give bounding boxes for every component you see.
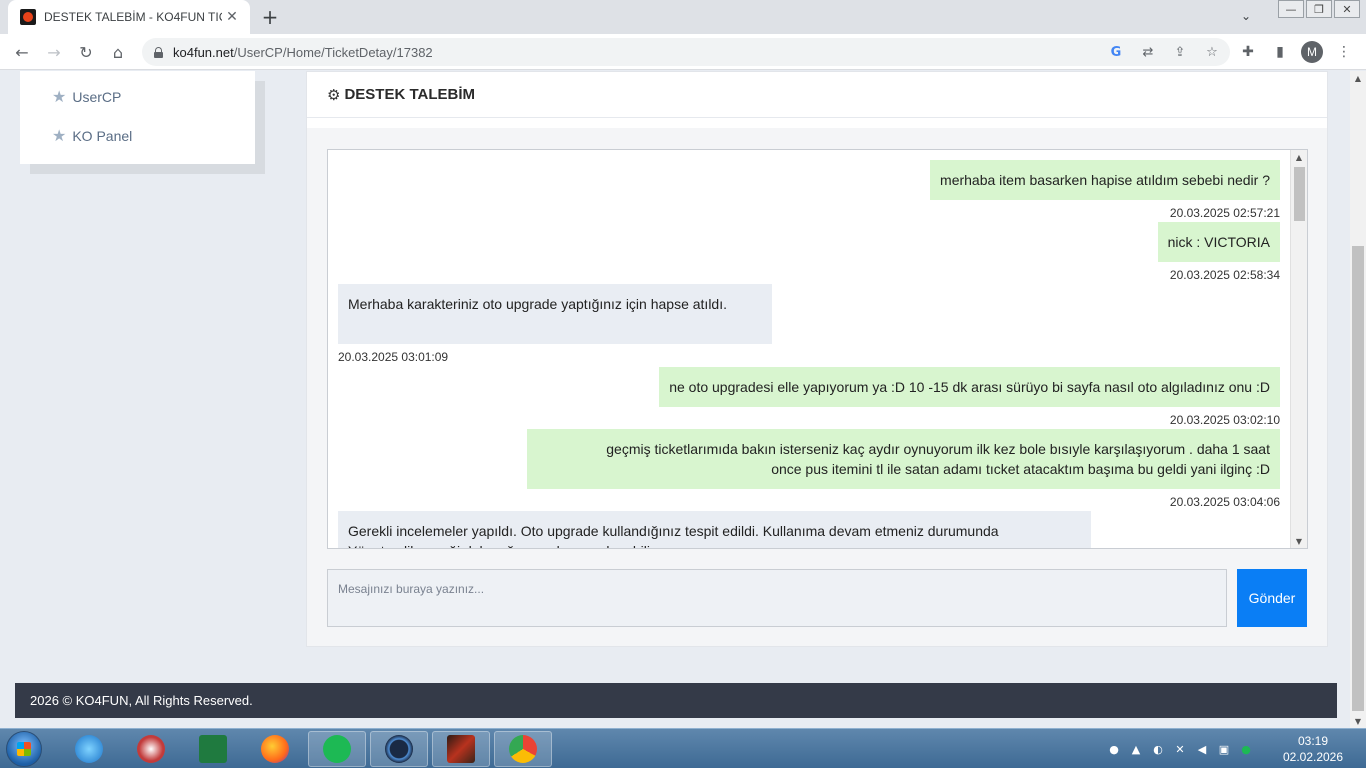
admin-message: Merhaba karakteriniz oto upgrade yaptığı… (338, 284, 772, 344)
star-icon: ★ (52, 128, 67, 145)
page-viewport: ★ UserCP ★ KO Panel ⚙ DESTEK TALEBİM mer… (0, 71, 1350, 728)
clock-time: 03:19 (1297, 734, 1329, 748)
sidebar-item-label: UserCP (72, 89, 122, 105)
snipping-tool-icon[interactable] (122, 731, 180, 767)
new-tab-button[interactable]: + (258, 5, 282, 29)
url-domain: ko4fun.net (173, 44, 234, 60)
site-footer: 2026 © KO4FUN, All Rights Reserved. (15, 683, 1337, 718)
message-timestamp: 20.03.2025 03:02:10 (1169, 413, 1280, 427)
excel-icon[interactable] (184, 731, 242, 767)
message-line: once pus itemini tl ile satan adamı tıck… (771, 461, 1270, 477)
knight-online-icon[interactable] (432, 731, 490, 767)
tab-title: DESTEK TALEBİM - KO4FUN TICK (44, 10, 222, 24)
scroll-up-arrow-icon[interactable]: ▲ (1350, 71, 1366, 85)
page-title: DESTEK TALEBİM (344, 86, 476, 103)
minimize-button[interactable]: — (1278, 0, 1304, 18)
side-panel-icon[interactable]: ▮ (1270, 42, 1290, 62)
user-message: ne oto upgradesi elle yapıyorum ya :D 10… (659, 367, 1280, 407)
user-message: merhaba item basarken hapise atıldım seb… (930, 160, 1280, 200)
sidebar-item-label: KO Panel (72, 128, 133, 144)
ticket-header: ⚙ DESTEK TALEBİM (307, 72, 1327, 118)
system-tray: ● ▲ ◐ ✕ ◀ ▣ ● (1106, 741, 1254, 757)
volume-icon[interactable]: ◀ (1194, 741, 1210, 757)
system-clock[interactable]: 03:19 02.02.2026 (1280, 733, 1346, 765)
bookmark-star-icon[interactable]: ☆ (1202, 42, 1222, 62)
tray-sound-device-icon[interactable]: ◐ (1150, 741, 1166, 757)
google-icon[interactable]: G (1106, 42, 1126, 62)
menu-kebab-icon[interactable]: ⋮ (1334, 42, 1354, 62)
reload-icon[interactable]: ↻ (74, 40, 98, 64)
sidebar-item-ko-panel[interactable]: ★ KO Panel (52, 126, 132, 146)
scroll-down-arrow-icon[interactable]: ▼ (1291, 534, 1307, 548)
browser-toolbar: ← → ↻ ⌂ ko4fun.net/UserCP/Home/TicketDet… (0, 34, 1366, 70)
header-band (307, 118, 1327, 128)
spotify-icon[interactable] (308, 731, 366, 767)
close-window-button[interactable]: ✕ (1334, 0, 1360, 18)
network-disconnected-icon[interactable]: ✕ (1172, 741, 1188, 757)
send-button[interactable]: Gönder (1237, 569, 1307, 627)
translate-icon[interactable]: ⇄ (1138, 42, 1158, 62)
forward-arrow-icon[interactable]: → (42, 40, 66, 64)
extensions-puzzle-icon[interactable]: ✚ (1238, 42, 1258, 62)
url-path: /UserCP/Home/TicketDetay/17382 (233, 44, 433, 60)
message-timestamp: 20.03.2025 02:57:21 (1169, 206, 1280, 220)
clock-date: 02.02.2026 (1282, 750, 1344, 764)
tray-warning-icon[interactable]: ▲ (1128, 741, 1144, 757)
back-arrow-icon[interactable]: ← (10, 40, 34, 64)
gear-icon: ⚙ (327, 85, 341, 104)
profile-avatar[interactable]: M (1301, 41, 1323, 63)
address-bar[interactable]: ko4fun.net/UserCP/Home/TicketDetay/17382… (142, 38, 1230, 66)
message-timestamp: 20.03.2025 03:04:06 (1169, 495, 1280, 509)
browser-tab[interactable]: DESTEK TALEBİM - KO4FUN TICK ✕ (8, 0, 250, 34)
tab-strip: DESTEK TALEBİM - KO4FUN TICK ✕ + ⌄ — ❐ ✕ (0, 0, 1366, 34)
message-line: geçmiş ticketlarımıda bakın isterseniz k… (606, 441, 1270, 457)
taskbar: ● ▲ ◐ ✕ ◀ ▣ ● 03:19 02.02.2026 (0, 728, 1366, 768)
close-tab-icon[interactable]: ✕ (222, 7, 242, 27)
circle-app-icon[interactable] (370, 731, 428, 767)
scroll-down-arrow-icon[interactable]: ▼ (1350, 714, 1366, 728)
usercp-sidebar: ★ UserCP ★ KO Panel (20, 71, 255, 164)
home-icon[interactable]: ⌂ (106, 40, 130, 64)
chat-history[interactable]: merhaba item basarken hapise atıldım seb… (327, 149, 1308, 549)
message-input[interactable]: Mesajınızı buraya yazınız... (327, 569, 1227, 627)
admin-message: Gerekli incelemeler yapıldı. Oto upgrade… (338, 511, 1091, 548)
user-message: nick : VICTORIA (1157, 222, 1280, 262)
tray-device-icon[interactable]: ▣ (1216, 741, 1232, 757)
lock-icon[interactable] (154, 46, 163, 58)
scroll-up-arrow-icon[interactable]: ▲ (1291, 150, 1307, 164)
message-timestamp: 20.03.2025 02:58:34 (1169, 268, 1280, 282)
ticket-card: ⚙ DESTEK TALEBİM merhaba item basarken h… (306, 71, 1328, 647)
start-button[interactable] (6, 731, 42, 767)
user-message: geçmiş ticketlarımıda bakın isterseniz k… (527, 429, 1280, 489)
star-icon: ★ (52, 89, 67, 106)
chat-scrollbar[interactable]: ▲ ▼ (1290, 150, 1307, 548)
message-line: Yönetmelik gereği daha ağır cezalar uygu… (348, 541, 1081, 548)
restore-button[interactable]: ❐ (1306, 0, 1332, 18)
page-scrollbar-thumb[interactable] (1352, 246, 1364, 711)
message-line: Gerekli incelemeler yapıldı. Oto upgrade… (348, 523, 999, 539)
window-controls: — ❐ ✕ (1276, 0, 1360, 18)
tray-app-icon[interactable]: ● (1106, 741, 1122, 757)
sidebar-item-usercp[interactable]: ★ UserCP (52, 87, 121, 107)
tab-search-chevron-icon[interactable]: ⌄ (1236, 6, 1256, 26)
internet-explorer-icon[interactable] (60, 731, 118, 767)
tray-spotify-icon[interactable]: ● (1238, 741, 1254, 757)
share-icon[interactable]: ⇪ (1170, 42, 1190, 62)
firefox-icon[interactable] (246, 731, 304, 767)
chat-scrollbar-thumb[interactable] (1294, 167, 1305, 221)
message-timestamp: 20.03.2025 03:01:09 (338, 350, 449, 364)
page-scrollbar[interactable]: ▲ ▼ (1350, 71, 1366, 728)
site-favicon-icon (20, 9, 36, 25)
chrome-icon[interactable] (494, 731, 552, 767)
